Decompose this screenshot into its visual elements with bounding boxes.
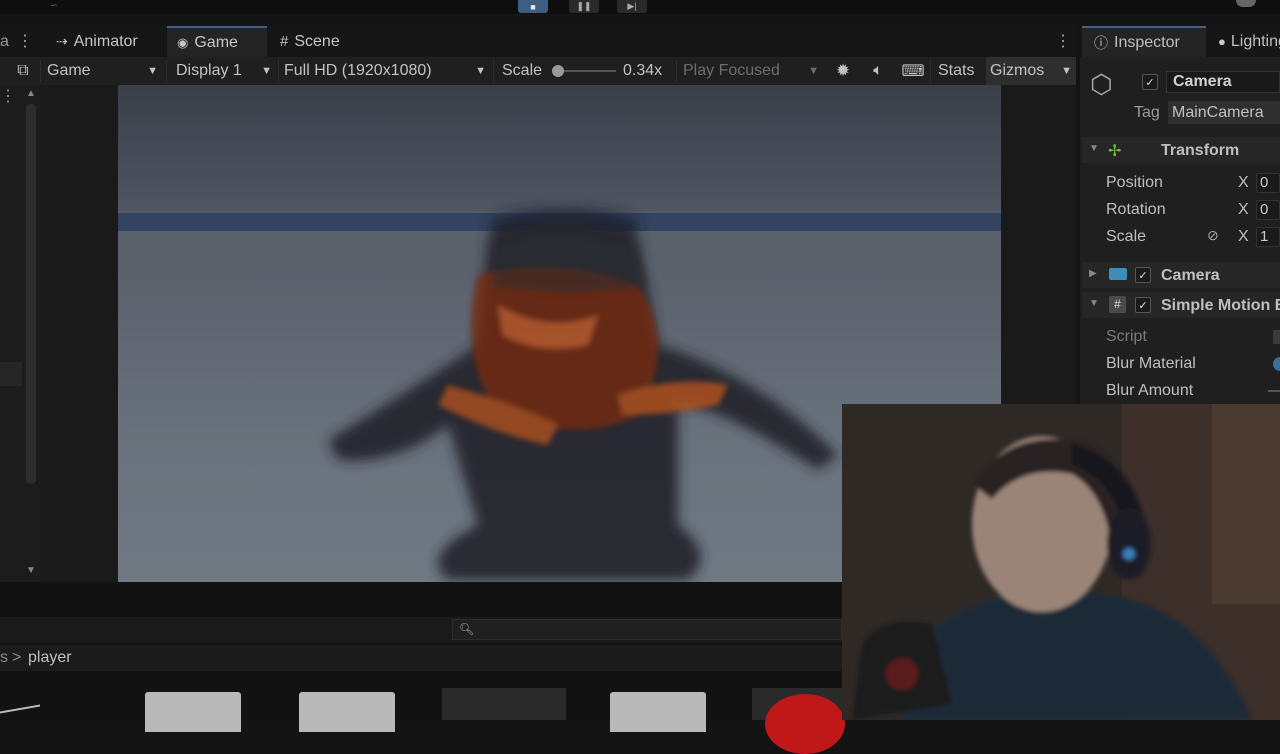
toolbar-divider	[493, 60, 494, 82]
script-component-title: Simple Motion Blur	[1161, 297, 1280, 314]
transform-icon: ✢	[1108, 143, 1122, 160]
scale-x-label: X	[1238, 228, 1249, 245]
panel-edge-label: a	[0, 33, 9, 50]
view-mode-dropdown[interactable]: Game ▼	[47, 57, 162, 85]
hierarchy-selected-row[interactable]	[0, 362, 22, 386]
chevron-down-icon: ▼	[475, 65, 486, 77]
pause-button[interactable]: ❚❚	[569, 0, 599, 13]
camera-component-title: Camera	[1161, 267, 1220, 284]
step-button[interactable]: ▶|	[617, 0, 647, 13]
toolbar-divider	[930, 60, 931, 82]
breadcrumb-folder[interactable]: player	[28, 649, 72, 667]
breadcrumb-prev-fragment: s	[0, 649, 8, 666]
maximize-icon[interactable]: ⧉	[12, 57, 34, 85]
display-dropdown[interactable]: Display 1 ▼	[176, 57, 276, 85]
blur-amount-slider[interactable]	[1268, 390, 1280, 392]
foldout-expanded-icon[interactable]: ▼	[1089, 143, 1099, 154]
grid-icon: #	[280, 33, 289, 50]
script-enabled-checkbox[interactable]: ✓	[1135, 297, 1151, 313]
tab-inspector[interactable]: ⓘ Inspector	[1082, 26, 1206, 57]
pause-icon: ❚❚	[576, 1, 592, 11]
scale-slider-thumb[interactable]	[552, 65, 564, 77]
webcam-person-image	[842, 404, 1280, 720]
info-icon: ⓘ	[1094, 34, 1108, 51]
blur-amount-label: Blur Amount	[1106, 382, 1194, 399]
constrain-proportions-icon[interactable]: ⊘	[1207, 227, 1219, 244]
scale-label: Scale	[502, 62, 543, 79]
camera-enabled-checkbox[interactable]: ✓	[1135, 267, 1151, 283]
blur-material-field[interactable]	[1273, 357, 1280, 371]
rotation-label: Rotation	[1106, 201, 1166, 218]
script-asset-tile[interactable]	[610, 692, 706, 732]
checkmark-icon: ✓	[1138, 269, 1148, 282]
prefab-asset-tile[interactable]	[442, 688, 566, 720]
gamepad-icon: ◉	[177, 34, 189, 50]
toolbar-divider	[166, 60, 167, 82]
tab-game[interactable]: ◉ Game	[167, 26, 267, 57]
script-icon: #	[1109, 296, 1126, 313]
lightbulb-icon: ●	[1218, 34, 1226, 49]
rotation-x-label: X	[1238, 201, 1249, 218]
keyboard-icon[interactable]: ⌨	[901, 57, 924, 85]
position-x-label: X	[1238, 174, 1249, 191]
resolution-dropdown[interactable]: Full HD (1920x1080) ▼	[284, 57, 490, 85]
script-asset-tile[interactable]	[145, 692, 241, 732]
scroll-up-icon[interactable]: ▲	[26, 88, 36, 99]
animator-icon: ⇢	[56, 33, 68, 49]
object-name-field[interactable]: Camera	[1166, 71, 1280, 93]
position-label: Position	[1106, 174, 1163, 191]
rotation-x-field[interactable]: 0	[1256, 200, 1280, 220]
scale-slider-track[interactable]	[556, 70, 616, 72]
scale-x-field[interactable]: 1	[1256, 227, 1280, 247]
chevron-down-icon: ▼	[1061, 65, 1072, 77]
checkmark-icon: ✓	[1138, 299, 1148, 312]
gameobject-cube-icon: ⬡	[1090, 69, 1113, 99]
tab-options-icon[interactable]: ⋮	[1055, 31, 1071, 51]
tab-animator[interactable]: ⇢ Animator	[46, 26, 158, 57]
scroll-down-icon[interactable]: ▼	[26, 565, 36, 576]
breadcrumb	[0, 645, 842, 671]
toolbar-divider	[40, 60, 41, 82]
speaker-icon[interactable]: 🔈︎	[868, 57, 888, 85]
webcam-overlay	[842, 404, 1280, 720]
script-asset-tile[interactable]	[299, 692, 395, 732]
position-x-field[interactable]: 0	[1256, 173, 1280, 193]
hierarchy-scrollbar[interactable]	[26, 104, 36, 484]
checkmark-icon: ✓	[1145, 76, 1155, 89]
foldout-collapsed-icon[interactable]: ▶	[1089, 268, 1097, 279]
blur-material-label: Blur Material	[1106, 355, 1196, 372]
step-icon: ▶|	[627, 1, 637, 11]
stop-button[interactable]: ■	[518, 0, 548, 13]
toolbar-divider	[278, 60, 279, 82]
chevron-down-icon: ▼	[147, 65, 158, 77]
search-icon: 🔍︎	[459, 622, 475, 636]
active-checkbox[interactable]: ✓	[1142, 74, 1158, 90]
script-field-label: Script	[1106, 328, 1147, 345]
play-mode-dropdown[interactable]: Play Focused ▼	[683, 57, 823, 85]
breadcrumb-separator: >	[12, 649, 22, 666]
editor-tab-row	[0, 26, 1076, 57]
toolbar-divider	[676, 60, 677, 82]
tab-lighting[interactable]: ● Lighting	[1218, 26, 1280, 57]
transform-title: Transform	[1161, 142, 1240, 159]
gizmos-dropdown[interactable]: Gizmos ▼	[986, 57, 1076, 85]
project-search-input[interactable]	[452, 619, 842, 640]
tab-scene[interactable]: # Scene	[270, 26, 366, 57]
link-icon: ∽	[50, 0, 58, 10]
scale-label-inspector: Scale	[1106, 228, 1147, 245]
more-icon[interactable]: ⋮	[17, 31, 33, 51]
more-icon[interactable]: ⋮	[0, 86, 16, 106]
stop-icon: ■	[530, 1, 536, 12]
tag-label: Tag	[1134, 104, 1160, 121]
tag-dropdown[interactable]: MainCamera	[1168, 101, 1280, 124]
bug-icon[interactable]: ✹	[833, 57, 853, 85]
camera-icon	[1109, 268, 1127, 280]
stats-button[interactable]: Stats	[938, 57, 974, 85]
chevron-down-icon: ▼	[808, 65, 819, 77]
foldout-expanded-icon[interactable]: ▼	[1089, 298, 1099, 309]
chevron-down-icon: ▼	[261, 65, 272, 77]
material-sphere-icon	[765, 694, 845, 754]
scale-value: 0.34x	[623, 62, 663, 79]
script-object-field[interactable]	[1273, 330, 1280, 344]
